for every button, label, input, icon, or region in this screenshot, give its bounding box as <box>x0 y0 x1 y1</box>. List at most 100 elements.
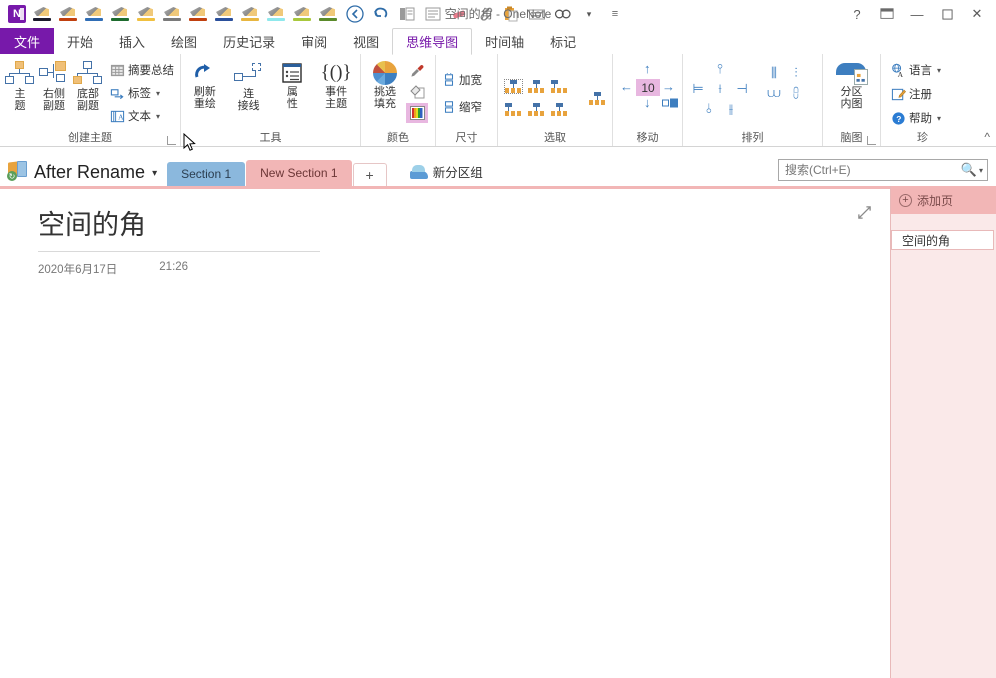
tab-mindmap[interactable]: 思维导图 <box>392 28 472 55</box>
connector-line-button[interactable]: 连接线 <box>229 59 269 114</box>
expand-page-icon[interactable] <box>857 205 872 223</box>
tab-review[interactable]: 审阅 <box>288 28 340 54</box>
paint-bucket-button[interactable] <box>406 82 428 102</box>
widen-button[interactable]: 加宽 <box>440 69 484 91</box>
page-date[interactable]: 2020年6月17日 <box>38 261 117 277</box>
tab-draw[interactable]: 绘图 <box>158 28 210 54</box>
search-box[interactable]: 🔍 ▾ <box>778 159 988 181</box>
create-topic-dialog-launcher[interactable] <box>167 136 176 145</box>
move-step-value[interactable]: 10 <box>636 79 660 96</box>
help-ribbon-button[interactable]: ? 帮助 ▾ <box>889 107 943 129</box>
search-icon[interactable]: 🔍 <box>961 162 977 178</box>
notebook-caret-icon[interactable]: ▾ <box>152 168 157 179</box>
pen-lime-button[interactable] <box>290 2 316 26</box>
pen-gold-button[interactable] <box>238 2 264 26</box>
ribbon-display-options-button[interactable] <box>872 1 902 27</box>
move-pad[interactable]: ↑ ← 10 → ↓ <box>617 61 678 113</box>
select-level-button[interactable] <box>502 99 524 121</box>
pen-yellow-button[interactable] <box>134 2 160 26</box>
section-tab-1[interactable]: Section 1 <box>167 162 245 186</box>
narrow-button[interactable]: 缩窄 <box>440 96 484 118</box>
window-controls[interactable]: ? — ✕ <box>842 0 992 28</box>
eraser-icon[interactable] <box>446 2 472 26</box>
pen-red-button[interactable] <box>56 2 82 26</box>
event-topic-button[interactable]: {()} 事件主题 <box>316 59 356 112</box>
search-input[interactable] <box>785 163 961 177</box>
paste-icon[interactable] <box>498 2 524 26</box>
select-branch-button[interactable] <box>548 76 570 98</box>
label-caret-icon[interactable]: ▾ <box>156 89 160 98</box>
select-siblings-button[interactable] <box>525 76 547 98</box>
pen-gray-button[interactable] <box>160 2 186 26</box>
page-view-button[interactable] <box>394 2 420 26</box>
move-up-button[interactable]: ↑ <box>644 61 651 76</box>
tab-insert[interactable]: 插入 <box>106 28 158 54</box>
select-parent-button[interactable] <box>525 99 547 121</box>
page-list[interactable]: 空间的角 <box>891 214 996 250</box>
maximize-button[interactable] <box>932 1 962 27</box>
language-button[interactable]: A 语言 ▾ <box>889 59 943 81</box>
align-top-center-button[interactable]: ⫯ <box>709 59 731 79</box>
page-canvas[interactable]: 空间的角 2020年6月17日 21:26 <box>0 189 890 678</box>
pick-fill-button[interactable]: 挑选填充 <box>365 59 405 112</box>
add-page-button[interactable]: + 添加页 <box>891 186 996 214</box>
distribute-vertical-button[interactable]: ⫶ <box>785 63 807 83</box>
align-bottom-button[interactable]: ⫰ <box>698 99 720 119</box>
pen-green-button[interactable] <box>108 2 134 26</box>
customize-qat-button[interactable]: ▾ <box>576 2 602 26</box>
move-down-button[interactable]: ↓ <box>644 95 651 110</box>
page-title[interactable]: 空间的角 <box>38 207 320 243</box>
align-right-button[interactable]: ⊣ <box>731 79 753 99</box>
ribbon-collapse-button[interactable]: ^ <box>984 130 990 144</box>
help-caret-icon[interactable]: ▾ <box>937 114 941 123</box>
pen-black-button[interactable] <box>30 2 56 26</box>
section-inner-map-button[interactable]: 分区内图 <box>829 61 875 112</box>
back-button[interactable] <box>342 2 368 26</box>
summary-button[interactable]: 摘要总结 <box>108 59 176 81</box>
move-free-icon[interactable] <box>662 97 679 109</box>
full-page-view-button[interactable] <box>420 2 446 26</box>
gradient-button[interactable] <box>406 103 428 123</box>
qat-overflow-button[interactable]: ≡ <box>602 2 628 26</box>
select-children-button[interactable] <box>548 99 570 121</box>
spacing-horizontal-button[interactable]: ⩊ <box>763 83 785 103</box>
move-right-button[interactable]: → <box>662 79 675 94</box>
right-subtopic-button[interactable]: 右侧副题 <box>38 59 70 114</box>
select-icon-grid[interactable] <box>502 76 570 121</box>
tab-tag[interactable]: 标记 <box>537 28 589 54</box>
pen-blue-button[interactable] <box>82 2 108 26</box>
topic-button[interactable]: 主题 <box>4 59 36 114</box>
attach-file-icon[interactable] <box>472 2 498 26</box>
align-center-button[interactable]: ⟊ <box>709 79 731 99</box>
section-tab-2[interactable]: New Section 1 <box>246 160 351 186</box>
tab-history[interactable]: 历史记录 <box>210 28 288 54</box>
quick-access-toolbar[interactable]: N <box>0 0 628 28</box>
register-button[interactable]: 注册 <box>889 83 934 105</box>
keyboard-icon[interactable] <box>524 2 550 26</box>
minimize-button[interactable]: — <box>902 1 932 27</box>
tab-timeline[interactable]: 时间轴 <box>472 28 537 54</box>
text-caret-icon[interactable]: ▾ <box>156 112 160 121</box>
bottom-subtopic-button[interactable]: 底部副题 <box>72 59 104 114</box>
select-single-button[interactable] <box>586 87 608 109</box>
pen-orange-button[interactable] <box>186 2 212 26</box>
notebook-name[interactable]: After Rename <box>34 162 145 183</box>
page-list-item[interactable]: 空间的角 <box>891 230 994 250</box>
mindmap-dialog-launcher[interactable] <box>867 136 876 145</box>
tab-view[interactable]: 视图 <box>340 28 392 54</box>
pen-navy-button[interactable] <box>212 2 238 26</box>
pen-cyan-button[interactable] <box>264 2 290 26</box>
undo-button[interactable] <box>368 2 394 26</box>
tab-home[interactable]: 开始 <box>54 28 106 54</box>
page-time[interactable]: 21:26 <box>159 261 188 277</box>
eyedropper-button[interactable] <box>406 61 428 81</box>
search-caret-icon[interactable]: ▾ <box>979 166 983 175</box>
label-button[interactable]: 标签 ▾ <box>108 82 176 104</box>
select-all-button[interactable] <box>502 76 524 98</box>
close-button[interactable]: ✕ <box>962 1 992 27</box>
section-group[interactable]: 新分区组 <box>410 162 483 181</box>
spacing-vertical-button[interactable]: ⩉ <box>785 83 807 103</box>
language-caret-icon[interactable]: ▾ <box>937 66 941 75</box>
move-left-button[interactable]: ← <box>620 79 633 94</box>
text-button[interactable]: A 文本 ▾ <box>108 105 176 127</box>
